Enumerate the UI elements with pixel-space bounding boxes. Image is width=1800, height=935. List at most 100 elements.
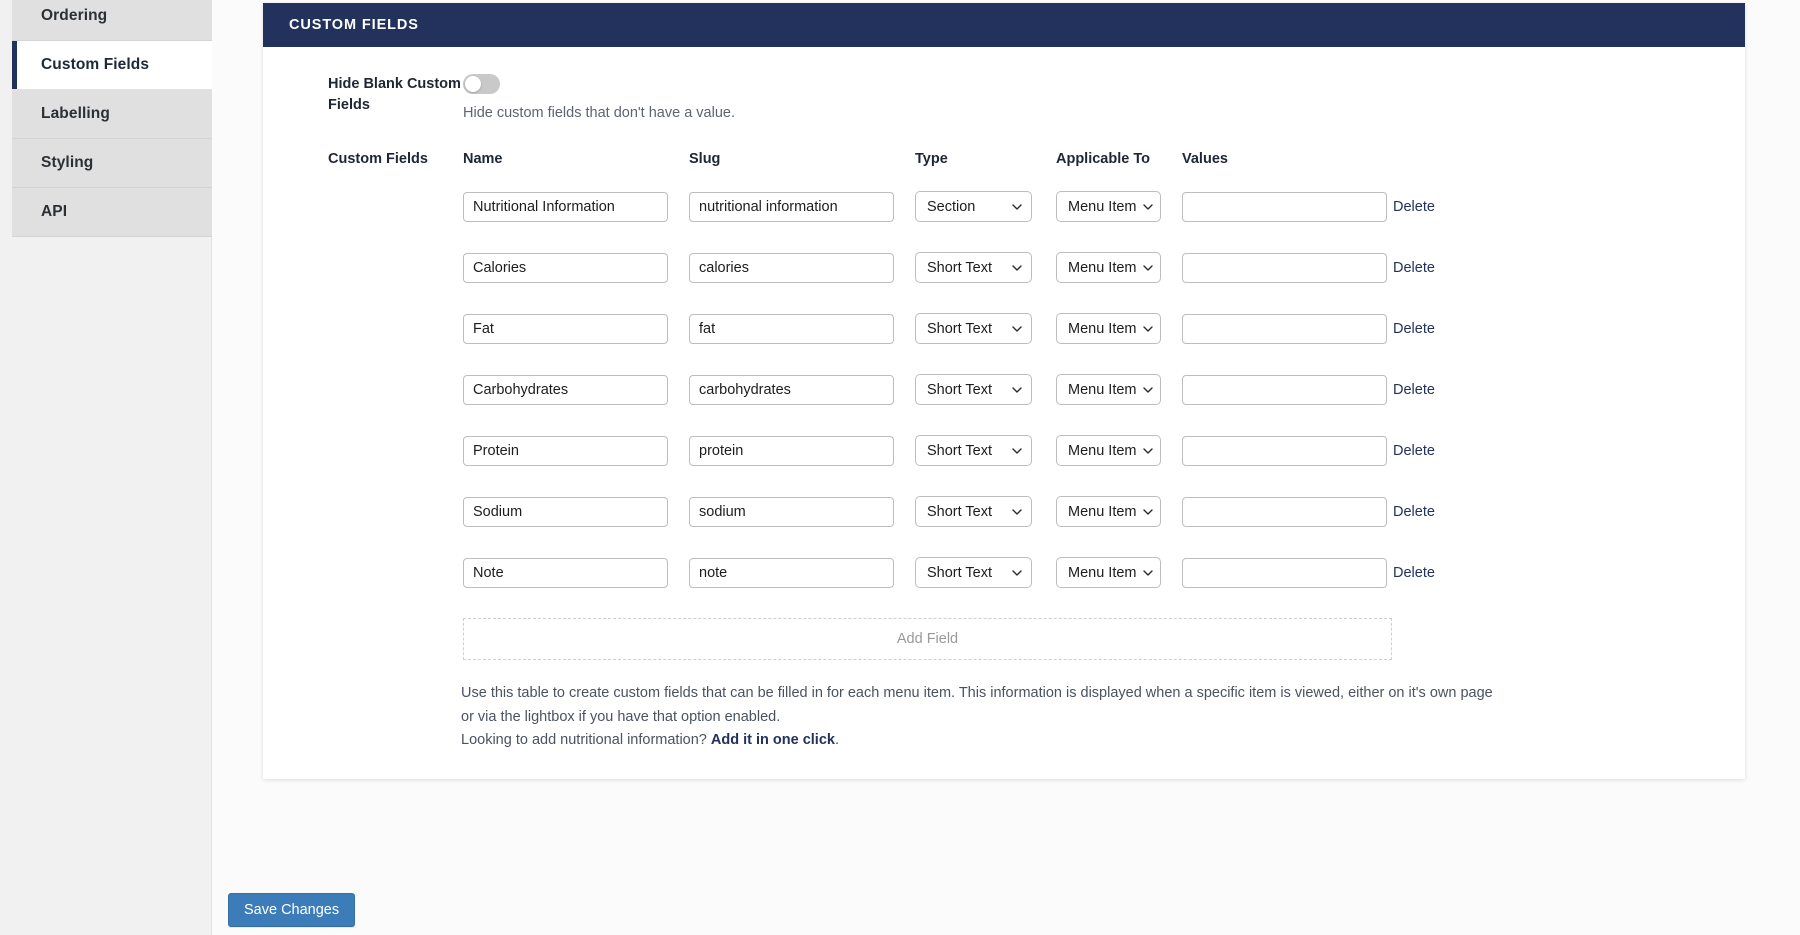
cell-values xyxy=(1182,192,1392,222)
field-values-input[interactable] xyxy=(1182,558,1387,588)
delete-field-link[interactable]: Delete xyxy=(1392,382,1435,398)
cell-type: Short Text xyxy=(915,435,1056,466)
chevron-down-icon xyxy=(1012,570,1022,576)
field-values-input[interactable] xyxy=(1182,375,1387,405)
table-row: Short Text Menu Item xyxy=(463,298,1745,359)
field-values-input[interactable] xyxy=(1182,253,1387,283)
field-type-value: Short Text xyxy=(927,382,992,398)
field-slug-input[interactable] xyxy=(689,497,894,527)
field-name-input[interactable] xyxy=(463,375,668,405)
description-prefix: Looking to add nutritional information? xyxy=(461,732,711,748)
cell-values xyxy=(1182,558,1392,588)
field-values-input[interactable] xyxy=(1182,497,1387,527)
card-header: CUSTOM FIELDS xyxy=(263,3,1745,47)
field-type-select[interactable]: Short Text xyxy=(915,557,1032,588)
field-slug-input[interactable] xyxy=(689,375,894,405)
table-row: Short Text Menu Item xyxy=(463,542,1745,603)
cell-name xyxy=(463,497,689,527)
delete-field-link[interactable]: Delete xyxy=(1392,504,1435,520)
cell-type: Section xyxy=(915,191,1056,222)
cell-applicable-to: Menu Item xyxy=(1056,557,1182,588)
field-applicable-to-select[interactable]: Menu Item xyxy=(1056,252,1161,283)
field-applicable-to-select[interactable]: Menu Item xyxy=(1056,496,1161,527)
field-applicable-to-select[interactable]: Menu Item xyxy=(1056,557,1161,588)
cell-name xyxy=(463,375,689,405)
delete-field-link[interactable]: Delete xyxy=(1392,443,1435,459)
sidebar-item-label: API xyxy=(41,203,67,221)
sidebar-item-api[interactable]: API xyxy=(12,188,212,237)
field-name-input[interactable] xyxy=(463,558,668,588)
description-suffix: . xyxy=(835,732,839,748)
chevron-down-icon xyxy=(1012,448,1022,454)
field-slug-input[interactable] xyxy=(689,253,894,283)
cell-slug xyxy=(689,253,915,283)
delete-field-link[interactable]: Delete xyxy=(1392,199,1435,215)
field-slug-input[interactable] xyxy=(689,558,894,588)
field-type-select[interactable]: Short Text xyxy=(915,435,1032,466)
cell-type: Short Text xyxy=(915,313,1056,344)
sidebar-item-custom-fields[interactable]: Custom Fields xyxy=(12,41,212,90)
hide-blank-setting-row: Hide Blank Custom Fields Hide custom fie… xyxy=(263,47,1745,121)
field-slug-input[interactable] xyxy=(689,314,894,344)
field-applicable-to-select[interactable]: Menu Item xyxy=(1056,374,1161,405)
column-header-name: Name xyxy=(463,150,689,168)
field-slug-input[interactable] xyxy=(689,436,894,466)
delete-field-link[interactable]: Delete xyxy=(1392,565,1435,581)
delete-field-link[interactable]: Delete xyxy=(1392,321,1435,337)
sidebar-item-label: Styling xyxy=(41,154,93,172)
field-name-input[interactable] xyxy=(463,436,668,466)
card-body: Hide Blank Custom Fields Hide custom fie… xyxy=(263,47,1745,779)
delete-field-link[interactable]: Delete xyxy=(1392,260,1435,276)
field-values-input[interactable] xyxy=(1182,192,1387,222)
cell-values xyxy=(1182,375,1392,405)
column-header-label: Name xyxy=(463,151,503,167)
field-name-input[interactable] xyxy=(463,314,668,344)
add-field-label: Add Field xyxy=(897,631,958,647)
field-type-value: Short Text xyxy=(927,321,992,337)
chevron-down-icon xyxy=(1143,448,1153,454)
table-row: Short Text Menu Item xyxy=(463,420,1745,481)
add-field-wrapper: Add Field xyxy=(263,603,1745,660)
field-type-value: Short Text xyxy=(927,565,992,581)
field-type-select[interactable]: Short Text xyxy=(915,374,1032,405)
custom-fields-section-label: Custom Fields xyxy=(263,150,463,603)
description-paragraph-1: Use this table to create custom fields t… xyxy=(461,682,1503,729)
field-type-select[interactable]: Short Text xyxy=(915,313,1032,344)
cell-type: Short Text xyxy=(915,374,1056,405)
chevron-down-icon xyxy=(1143,387,1153,393)
column-header-applicable-to: Applicable To xyxy=(1056,150,1182,168)
field-applicable-to-select[interactable]: Menu Item xyxy=(1056,313,1161,344)
description-paragraph-2: Looking to add nutritional information? … xyxy=(461,729,1503,753)
custom-fields-section: Custom Fields Name Slug Type Applicable … xyxy=(263,121,1745,603)
column-header-label: Type xyxy=(915,151,948,167)
field-type-value: Short Text xyxy=(927,504,992,520)
cell-actions: Delete xyxy=(1392,442,1482,460)
cell-applicable-to: Menu Item xyxy=(1056,252,1182,283)
field-applicable-to-select[interactable]: Menu Item xyxy=(1056,435,1161,466)
field-name-input[interactable] xyxy=(463,497,668,527)
add-field-button[interactable]: Add Field xyxy=(463,618,1392,660)
field-type-value: Short Text xyxy=(927,260,992,276)
field-slug-input[interactable] xyxy=(689,192,894,222)
add-nutritional-info-link[interactable]: Add it in one click xyxy=(711,732,835,748)
cell-actions: Delete xyxy=(1392,259,1482,277)
save-changes-button[interactable]: Save Changes xyxy=(228,893,355,927)
field-values-input[interactable] xyxy=(1182,314,1387,344)
field-values-input[interactable] xyxy=(1182,436,1387,466)
cell-type: Short Text xyxy=(915,252,1056,283)
field-type-select[interactable]: Short Text xyxy=(915,496,1032,527)
cell-name xyxy=(463,314,689,344)
cell-name xyxy=(463,192,689,222)
field-name-input[interactable] xyxy=(463,192,668,222)
field-type-select[interactable]: Section xyxy=(915,191,1032,222)
chevron-down-icon xyxy=(1143,509,1153,515)
sidebar-nav: Ordering Custom Fields Labelling Styling… xyxy=(12,0,212,237)
sidebar-item-labelling[interactable]: Labelling xyxy=(12,90,212,139)
field-name-input[interactable] xyxy=(463,253,668,283)
hide-blank-toggle[interactable] xyxy=(463,74,500,94)
sidebar-item-styling[interactable]: Styling xyxy=(12,139,212,188)
sidebar-item-ordering[interactable]: Ordering xyxy=(12,0,212,41)
field-type-select[interactable]: Short Text xyxy=(915,252,1032,283)
field-applicable-to-select[interactable]: Menu Item xyxy=(1056,191,1161,222)
column-header-slug: Slug xyxy=(689,150,915,168)
